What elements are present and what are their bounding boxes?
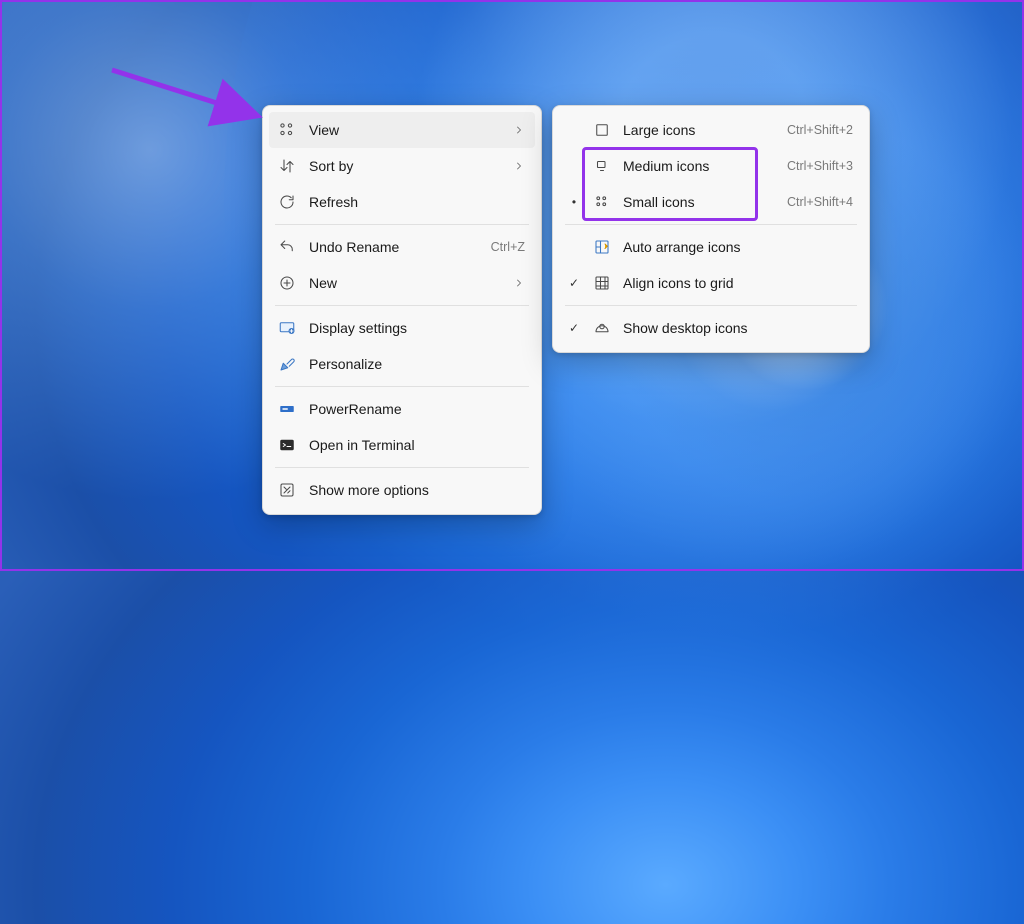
menu-label: Auto arrange icons: [623, 239, 853, 255]
check-indicator: ✓: [567, 276, 581, 290]
personalize-icon: [277, 354, 297, 374]
menu-label: Display settings: [309, 320, 525, 336]
chevron-right-icon: [511, 124, 525, 136]
terminal-icon: [277, 435, 297, 455]
menu-label: Open in Terminal: [309, 437, 525, 453]
small-icons-icon: [593, 192, 611, 212]
menu-label: New: [309, 275, 499, 291]
auto-arrange-icon: [593, 237, 611, 257]
menu-divider: [565, 224, 857, 225]
menu-divider: [275, 467, 529, 468]
menu-item-show-more[interactable]: Show more options: [269, 472, 535, 508]
menu-item-view[interactable]: View: [269, 112, 535, 148]
chevron-right-icon: [511, 160, 525, 172]
medium-icons-icon: [593, 156, 611, 176]
menu-item-open-terminal[interactable]: Open in Terminal: [269, 427, 535, 463]
refresh-icon: [277, 192, 297, 212]
more-options-icon: [277, 480, 297, 500]
powerrename-icon: [277, 399, 297, 419]
menu-shortcut: Ctrl+Shift+4: [787, 195, 853, 209]
menu-label: Show desktop icons: [623, 320, 853, 336]
submenu-item-show-desktop-icons[interactable]: ✓ Show desktop icons: [559, 310, 863, 346]
menu-item-undo-rename[interactable]: Undo Rename Ctrl+Z: [269, 229, 535, 265]
align-grid-icon: [593, 273, 611, 293]
submenu-item-align-grid[interactable]: ✓ Align icons to grid: [559, 265, 863, 301]
check-indicator: ✓: [567, 321, 581, 335]
menu-label: Undo Rename: [309, 239, 479, 255]
submenu-item-small-icons[interactable]: • Small icons Ctrl+Shift+4: [559, 184, 863, 220]
undo-icon: [277, 237, 297, 257]
menu-item-display-settings[interactable]: Display settings: [269, 310, 535, 346]
menu-label: Large icons: [623, 122, 775, 138]
view-icon: [277, 120, 297, 140]
menu-item-powerrename[interactable]: PowerRename: [269, 391, 535, 427]
menu-divider: [275, 386, 529, 387]
check-indicator: •: [567, 195, 581, 209]
menu-item-personalize[interactable]: Personalize: [269, 346, 535, 382]
menu-shortcut: Ctrl+Shift+3: [787, 159, 853, 173]
menu-divider: [275, 305, 529, 306]
desktop-context-menu: View Sort by Refresh Undo Rename Ctrl+Z …: [262, 105, 542, 515]
new-icon: [277, 273, 297, 293]
menu-item-refresh[interactable]: Refresh: [269, 184, 535, 220]
menu-label: Medium icons: [623, 158, 775, 174]
submenu-item-medium-icons[interactable]: Medium icons Ctrl+Shift+3: [559, 148, 863, 184]
sort-icon: [277, 156, 297, 176]
menu-label: Small icons: [623, 194, 775, 210]
menu-label: Sort by: [309, 158, 499, 174]
menu-divider: [565, 305, 857, 306]
menu-label: Refresh: [309, 194, 525, 210]
menu-label: View: [309, 122, 499, 138]
submenu-item-auto-arrange[interactable]: Auto arrange icons: [559, 229, 863, 265]
menu-item-sort-by[interactable]: Sort by: [269, 148, 535, 184]
menu-shortcut: Ctrl+Shift+2: [787, 123, 853, 137]
large-icons-icon: [593, 120, 611, 140]
chevron-right-icon: [511, 277, 525, 289]
menu-label: Show more options: [309, 482, 525, 498]
menu-item-new[interactable]: New: [269, 265, 535, 301]
menu-label: PowerRename: [309, 401, 525, 417]
display-settings-icon: [277, 318, 297, 338]
menu-divider: [275, 224, 529, 225]
menu-label: Align icons to grid: [623, 275, 853, 291]
menu-shortcut: Ctrl+Z: [491, 240, 525, 254]
show-desktop-icon: [593, 318, 611, 338]
menu-label: Personalize: [309, 356, 525, 372]
submenu-item-large-icons[interactable]: Large icons Ctrl+Shift+2: [559, 112, 863, 148]
view-submenu: Large icons Ctrl+Shift+2 Medium icons Ct…: [552, 105, 870, 353]
